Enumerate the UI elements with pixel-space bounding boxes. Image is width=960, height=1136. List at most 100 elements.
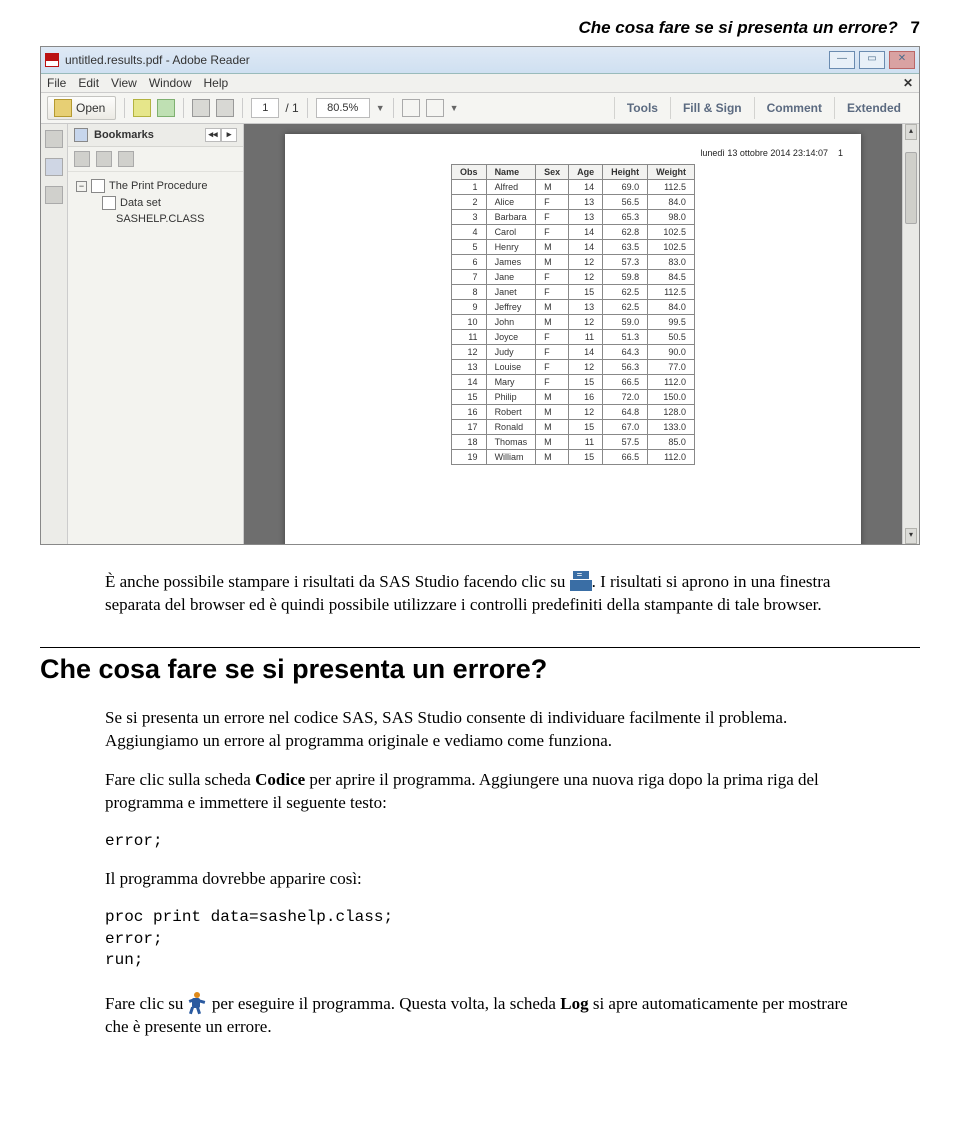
cell: 6 — [452, 255, 487, 270]
cell: 112.0 — [648, 375, 695, 390]
tree-child2-label: SASHELP.CLASS — [116, 211, 204, 228]
cell: 57.5 — [603, 435, 648, 450]
cell: 72.0 — [603, 390, 648, 405]
close-doc-icon[interactable]: ✕ — [903, 76, 913, 90]
close-button[interactable]: ✕ — [889, 51, 915, 69]
adobe-reader-window: untitled.results.pdf - Adobe Reader — ▭ … — [40, 46, 920, 545]
tree-node-child[interactable]: SASHELP.CLASS — [116, 211, 239, 228]
cell: 64.3 — [603, 345, 648, 360]
cell: M — [536, 450, 569, 465]
cell: 69.0 — [603, 180, 648, 195]
cell: Alfred — [486, 180, 536, 195]
print-icon[interactable] — [192, 99, 210, 117]
running-header: Che cosa fare se si presenta un errore? … — [40, 0, 920, 46]
tab-extended[interactable]: Extended — [834, 97, 913, 119]
bm-next-icon[interactable]: ▸ — [221, 128, 237, 142]
tab-tools[interactable]: Tools — [614, 97, 670, 119]
code-line: error; — [105, 929, 855, 951]
col-header: Weight — [648, 165, 695, 180]
minimize-button[interactable]: — — [829, 51, 855, 69]
page-current-input[interactable]: 1 — [251, 98, 279, 118]
cell: 83.0 — [648, 255, 695, 270]
cell: 63.5 — [603, 240, 648, 255]
open-label: Open — [76, 101, 105, 115]
cell: 98.0 — [648, 210, 695, 225]
tree-node-root[interactable]: − The Print Procedure — [76, 178, 239, 195]
bookmarks-panel-icon[interactable] — [45, 158, 63, 176]
cell: Carol — [486, 225, 536, 240]
cell: 10 — [452, 315, 487, 330]
vertical-scrollbar[interactable]: ▴ ▾ — [902, 124, 919, 544]
read-mode-icon[interactable] — [426, 99, 444, 117]
fit-width-icon[interactable] — [402, 99, 420, 117]
menu-view[interactable]: View — [111, 76, 137, 90]
bookmark-icon — [74, 128, 88, 142]
email-icon[interactable] — [216, 99, 234, 117]
maximize-button[interactable]: ▭ — [859, 51, 885, 69]
table-row: 6JamesM1257.383.0 — [452, 255, 695, 270]
separator — [183, 98, 184, 118]
zoom-input[interactable]: 80.5% — [316, 98, 370, 118]
code-line: run; — [105, 950, 855, 972]
cell: 65.3 — [603, 210, 648, 225]
tab-comment[interactable]: Comment — [754, 97, 834, 119]
cell: 84.0 — [648, 195, 695, 210]
page-icon — [91, 179, 105, 193]
cell: 14 — [569, 180, 603, 195]
tree-node-child[interactable]: Data set — [102, 195, 239, 212]
pages-panel-icon[interactable] — [45, 130, 63, 148]
cell: 51.3 — [603, 330, 648, 345]
cell: 12 — [569, 360, 603, 375]
cell: 11 — [452, 330, 487, 345]
table-row: 15PhilipM1672.0150.0 — [452, 390, 695, 405]
col-header: Height — [603, 165, 648, 180]
col-header: Age — [569, 165, 603, 180]
cell: Alice — [486, 195, 536, 210]
folder-icon — [54, 99, 72, 117]
table-row: 11JoyceF1151.350.5 — [452, 330, 695, 345]
menu-edit[interactable]: Edit — [78, 76, 99, 90]
paragraph: Fare clic sulla scheda Codice per aprire… — [105, 769, 855, 815]
scroll-thumb[interactable] — [905, 152, 917, 224]
text: Fare clic su — [105, 994, 188, 1013]
cell: M — [536, 315, 569, 330]
page-total: / 1 — [285, 101, 298, 115]
menubar: File Edit View Window Help ✕ — [41, 74, 919, 93]
cell: 15 — [569, 450, 603, 465]
scroll-down-icon[interactable]: ▾ — [905, 528, 917, 544]
cell: 77.0 — [648, 360, 695, 375]
bm-delete-icon[interactable] — [118, 151, 134, 167]
tab-fill-sign[interactable]: Fill & Sign — [670, 97, 754, 119]
bm-prev-icon[interactable]: ◂◂ — [205, 128, 221, 142]
cell: M — [536, 255, 569, 270]
export-icon[interactable] — [157, 99, 175, 117]
scroll-up-icon[interactable]: ▴ — [905, 124, 917, 140]
cell: 4 — [452, 225, 487, 240]
cell: 13 — [569, 210, 603, 225]
menu-file[interactable]: File — [47, 76, 66, 90]
cell: 16 — [569, 390, 603, 405]
menu-help[interactable]: Help — [204, 76, 229, 90]
cell: M — [536, 405, 569, 420]
code-block: proc print data=sashelp.class; error; ru… — [105, 907, 855, 972]
section-rule — [40, 647, 920, 648]
document-pane[interactable]: lunedì 13 ottobre 2014 23:14:07 1 ObsNam… — [244, 124, 902, 544]
cell: 59.0 — [603, 315, 648, 330]
pdf-icon — [45, 53, 59, 67]
cell: 12 — [452, 345, 487, 360]
bm-new-icon[interactable] — [96, 151, 112, 167]
cell: 112.0 — [648, 450, 695, 465]
cell: John — [486, 315, 536, 330]
toggle-minus-icon[interactable]: − — [76, 181, 87, 192]
zoom-dropdown-icon[interactable]: ▼ — [376, 103, 385, 113]
menu-window[interactable]: Window — [149, 76, 192, 90]
bm-options-icon[interactable] — [74, 151, 90, 167]
cell: 19 — [452, 450, 487, 465]
create-pdf-icon[interactable] — [133, 99, 151, 117]
toolbar-more-icon[interactable]: ▼ — [450, 103, 459, 113]
running-header-title: Che cosa fare se si presenta un errore? — [578, 18, 897, 37]
open-button[interactable]: Open — [47, 96, 116, 120]
nav-strip — [41, 124, 68, 544]
table-row: 17RonaldM1567.0133.0 — [452, 420, 695, 435]
attachments-icon[interactable] — [45, 186, 63, 204]
